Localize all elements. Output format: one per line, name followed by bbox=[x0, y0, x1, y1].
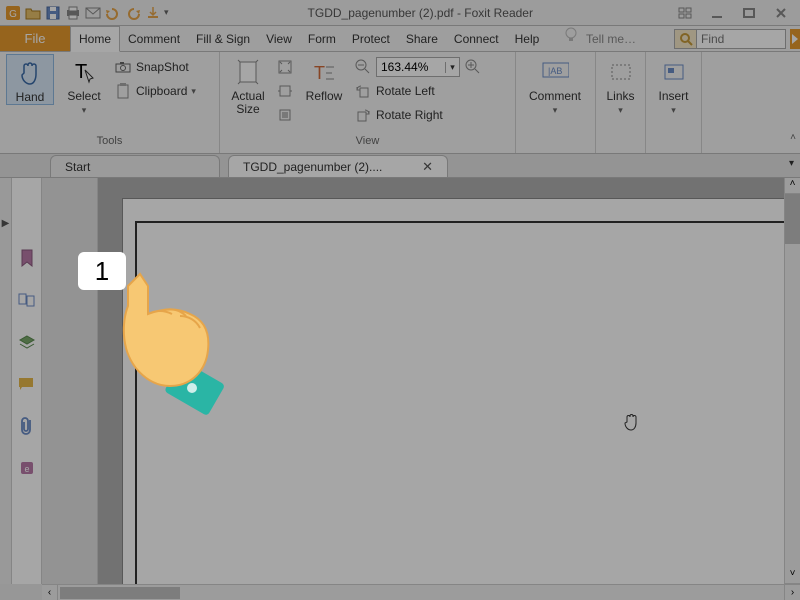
scroll-mode-icon[interactable] bbox=[144, 4, 162, 22]
attachments-icon[interactable] bbox=[17, 416, 37, 436]
ribbon: Hand T Select▾ SnapShot bbox=[0, 52, 800, 154]
save-icon[interactable] bbox=[44, 4, 62, 22]
undo-icon[interactable] bbox=[104, 4, 122, 22]
hand-icon bbox=[16, 59, 44, 87]
fit-visible-icon bbox=[276, 106, 294, 124]
insert-button[interactable]: Insert▾ bbox=[652, 54, 695, 117]
menubar: File Home Comment Fill & Sign View Form … bbox=[0, 26, 800, 52]
signatures-icon[interactable]: e bbox=[17, 458, 37, 478]
comments-icon[interactable] bbox=[17, 374, 37, 394]
tab-start[interactable]: Start bbox=[50, 155, 220, 177]
ribbon-expand-icon[interactable] bbox=[672, 5, 698, 21]
svg-text:G: G bbox=[9, 9, 17, 20]
pointing-hand-icon bbox=[108, 270, 228, 410]
close-button[interactable] bbox=[768, 5, 794, 21]
print-icon[interactable] bbox=[64, 4, 82, 22]
snapshot-button[interactable]: SnapShot bbox=[114, 56, 196, 78]
insert-icon bbox=[660, 58, 688, 86]
zoom-out-icon[interactable] bbox=[354, 58, 372, 76]
layers-icon[interactable] bbox=[17, 332, 37, 352]
link-icon bbox=[607, 58, 635, 86]
lightbulb-icon bbox=[562, 26, 580, 44]
page-thumbnail-gutter bbox=[42, 178, 98, 584]
fit-visible-button[interactable] bbox=[276, 104, 294, 126]
tab-document[interactable]: TGDD_pagenumber (2).... ✕ bbox=[228, 155, 448, 177]
close-tab-icon[interactable]: ✕ bbox=[422, 159, 433, 175]
svg-text:|AB: |AB bbox=[548, 66, 562, 76]
zoom-combo[interactable]: ▾ bbox=[376, 57, 460, 77]
pages-icon[interactable] bbox=[17, 290, 37, 310]
fit-page-button[interactable] bbox=[276, 56, 294, 78]
select-icon: T bbox=[70, 58, 98, 86]
maximize-button[interactable] bbox=[736, 5, 762, 21]
titlebar: G ▾ TGDD_pagenumber (2).pdf - Foxit Read… bbox=[0, 0, 800, 26]
menu-connect[interactable]: Connect bbox=[446, 26, 507, 51]
svg-text:e: e bbox=[24, 464, 29, 474]
hand-cursor-icon bbox=[622, 412, 640, 432]
reflow-button[interactable]: T Reflow bbox=[300, 54, 348, 103]
menu-view[interactable]: View bbox=[258, 26, 300, 51]
rotate-left-icon bbox=[354, 82, 372, 100]
comment-button[interactable]: |AB Comment▾ bbox=[522, 54, 588, 117]
file-menu[interactable]: File bbox=[0, 26, 70, 51]
redo-icon[interactable] bbox=[124, 4, 142, 22]
links-button[interactable]: Links▾ bbox=[602, 54, 639, 117]
v-scroll-thumb[interactable] bbox=[785, 194, 800, 244]
sidebar-toggle[interactable]: ▶ bbox=[0, 178, 12, 584]
tab-overflow-icon[interactable]: ▾ bbox=[789, 158, 794, 169]
zoom-dropdown-icon[interactable]: ▾ bbox=[445, 62, 459, 73]
find-box[interactable] bbox=[674, 29, 786, 49]
select-tool-button[interactable]: T Select▾ bbox=[60, 54, 108, 117]
vertical-scrollbar[interactable]: ˄ ˅ bbox=[784, 178, 800, 584]
find-next-button[interactable] bbox=[790, 29, 800, 49]
fit-width-icon bbox=[276, 82, 294, 100]
scroll-up-icon[interactable]: ˄ bbox=[785, 178, 800, 194]
menu-share[interactable]: Share bbox=[398, 26, 446, 51]
clipboard-icon bbox=[114, 82, 132, 100]
zoom-in-icon[interactable] bbox=[464, 58, 482, 76]
h-scroll-thumb[interactable] bbox=[60, 587, 180, 599]
find-input[interactable] bbox=[697, 30, 785, 48]
menu-protect[interactable]: Protect bbox=[344, 26, 398, 51]
search-icon[interactable] bbox=[675, 30, 697, 48]
scroll-left-icon[interactable]: ‹ bbox=[42, 585, 58, 600]
hand-tool-button[interactable]: Hand bbox=[6, 54, 54, 105]
bookmarks-icon[interactable] bbox=[17, 248, 37, 268]
rotate-right-button[interactable]: Rotate Right bbox=[354, 104, 482, 126]
menu-form[interactable]: Form bbox=[300, 26, 344, 51]
rotate-left-button[interactable]: Rotate Left bbox=[354, 80, 482, 102]
navigation-panel: e bbox=[12, 178, 42, 584]
camera-icon bbox=[114, 58, 132, 76]
actual-size-icon bbox=[234, 58, 262, 86]
clipboard-button[interactable]: Clipboard ▾ bbox=[114, 80, 196, 102]
view-group-label: View bbox=[226, 135, 509, 153]
app-icon: G bbox=[4, 4, 22, 22]
reflow-icon: T bbox=[310, 58, 338, 86]
menu-fill-sign[interactable]: Fill & Sign bbox=[188, 26, 258, 51]
tools-group-label: Tools bbox=[6, 135, 213, 153]
scroll-right-icon[interactable]: › bbox=[784, 585, 800, 600]
svg-text:T: T bbox=[314, 63, 325, 83]
rotate-right-icon bbox=[354, 106, 372, 124]
typewriter-icon: |AB bbox=[541, 58, 569, 86]
collapse-ribbon-icon[interactable]: ˄ bbox=[790, 132, 796, 143]
scroll-down-icon[interactable]: ˅ bbox=[785, 568, 800, 584]
menu-comment[interactable]: Comment bbox=[120, 26, 188, 51]
email-icon[interactable] bbox=[84, 4, 102, 22]
minimize-button[interactable] bbox=[704, 5, 730, 21]
zoom-input[interactable] bbox=[377, 60, 445, 74]
horizontal-scrollbar[interactable]: ‹ › bbox=[42, 584, 800, 600]
open-icon[interactable] bbox=[24, 4, 42, 22]
tell-me-input[interactable]: Tell me… bbox=[580, 26, 670, 51]
document-tabstrip: Start TGDD_pagenumber (2).... ✕ ▾ bbox=[0, 154, 800, 178]
window-title: TGDD_pagenumber (2).pdf - Foxit Reader bbox=[169, 6, 672, 20]
menu-help[interactable]: Help bbox=[507, 26, 548, 51]
actual-size-button[interactable]: ActualSize bbox=[226, 54, 270, 116]
fit-width-button[interactable] bbox=[276, 80, 294, 102]
fit-page-icon bbox=[276, 58, 294, 76]
menu-home[interactable]: Home bbox=[70, 26, 120, 52]
